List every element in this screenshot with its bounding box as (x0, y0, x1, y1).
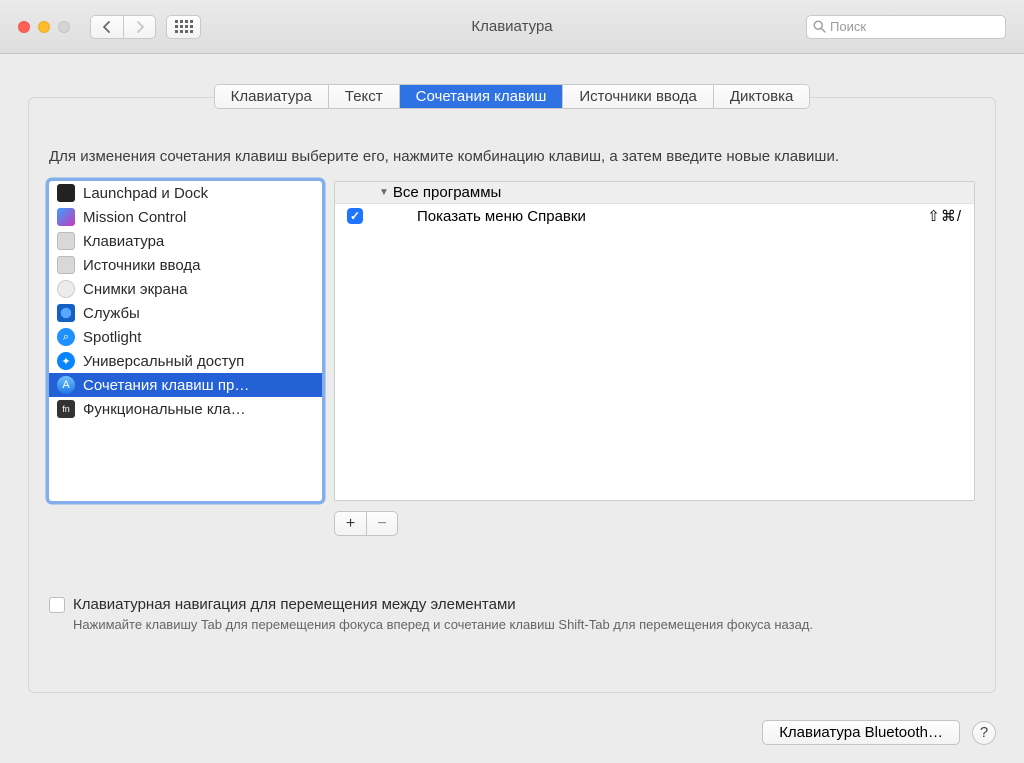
category-list[interactable]: Launchpad и Dock Mission Control Клавиат… (49, 181, 322, 501)
accessibility-icon: ✦ (57, 352, 75, 370)
maximize-window-button (58, 21, 70, 33)
input-source-icon (57, 256, 75, 274)
tab-shortcuts[interactable]: Сочетания клавиш (400, 85, 564, 108)
add-button[interactable]: + (334, 511, 366, 536)
shortcut-label: Показать меню Справки (417, 208, 586, 225)
minimize-window-button[interactable] (38, 21, 50, 33)
category-function-keys[interactable]: fn Функциональные кла… (49, 397, 322, 421)
category-services[interactable]: Службы (49, 301, 322, 325)
keyboard-nav-checkbox[interactable] (49, 597, 65, 613)
grid-icon (175, 20, 193, 33)
show-all-button[interactable] (166, 15, 201, 39)
launchpad-icon (57, 184, 75, 202)
bluetooth-keyboard-button[interactable]: Клавиатура Bluetooth… (762, 720, 960, 745)
chevron-left-icon (103, 21, 111, 33)
disclosure-triangle-icon[interactable]: ▼ (379, 187, 389, 198)
tab-text[interactable]: Текст (329, 85, 400, 108)
category-launchpad[interactable]: Launchpad и Dock (49, 181, 322, 205)
tab-keyboard[interactable]: Клавиатура (215, 85, 329, 108)
shortcut-group-header[interactable]: ▼ Все программы (335, 182, 974, 204)
preferences-window: Клавиатура Поиск Клавиатура Текст Сочета… (0, 0, 1024, 763)
shortcut-keys[interactable]: ⇧⌘/ (927, 207, 962, 225)
screenshot-icon (57, 280, 75, 298)
tab-input[interactable]: Источники ввода (563, 85, 713, 108)
remove-button[interactable]: − (366, 511, 398, 536)
fn-icon: fn (57, 400, 75, 418)
shortcut-row[interactable]: ✓ Показать меню Справки ⇧⌘/ (335, 204, 974, 228)
hint-text: Для изменения сочетания клавиш выберите … (49, 146, 975, 167)
keyboard-icon (57, 232, 75, 250)
close-window-button[interactable] (18, 21, 30, 33)
mission-control-icon (57, 208, 75, 226)
chevron-right-icon (136, 21, 144, 33)
toolbar: Клавиатура Поиск (0, 0, 1024, 54)
back-button[interactable] (90, 15, 123, 39)
category-keyboard[interactable]: Клавиатура (49, 229, 322, 253)
tab-dictation[interactable]: Диктовка (714, 85, 810, 108)
search-placeholder: Поиск (830, 19, 866, 34)
keyboard-nav-sub: Нажимайте клавишу Tab для перемещения фо… (73, 617, 975, 632)
category-mission-control[interactable]: Mission Control (49, 205, 322, 229)
traffic-lights (18, 21, 70, 33)
shortcut-list[interactable]: ▼ Все программы ✓ Показать меню Справки … (334, 181, 975, 501)
tab-bar: Клавиатура Текст Сочетания клавиш Источн… (214, 84, 811, 109)
search-input[interactable]: Поиск (806, 15, 1006, 39)
category-app-shortcuts[interactable]: A Сочетания клавиш пр… (49, 373, 322, 397)
footer: Клавиатура Bluetooth… ? (0, 702, 1024, 763)
category-input-sources[interactable]: Источники ввода (49, 253, 322, 277)
keyboard-nav-label: Клавиатурная навигация для перемещения м… (73, 596, 516, 613)
shortcut-enabled-checkbox[interactable]: ✓ (347, 208, 363, 224)
keyboard-nav-section: Клавиатурная навигация для перемещения м… (49, 596, 975, 632)
main-panel: Для изменения сочетания клавиш выберите … (28, 97, 996, 693)
search-icon (813, 20, 826, 33)
services-icon (57, 304, 75, 322)
help-button[interactable]: ? (972, 721, 996, 745)
spotlight-icon: ⌕ (57, 328, 75, 346)
category-screenshots[interactable]: Снимки экрана (49, 277, 322, 301)
add-remove-group: + − (334, 511, 398, 536)
category-accessibility[interactable]: ✦ Универсальный доступ (49, 349, 322, 373)
content: Клавиатура Текст Сочетания клавиш Источн… (0, 54, 1024, 702)
window-title: Клавиатура (471, 18, 552, 35)
forward-button[interactable] (123, 15, 156, 39)
category-spotlight[interactable]: ⌕ Spotlight (49, 325, 322, 349)
nav-buttons (90, 15, 156, 39)
appstore-icon: A (57, 376, 75, 394)
